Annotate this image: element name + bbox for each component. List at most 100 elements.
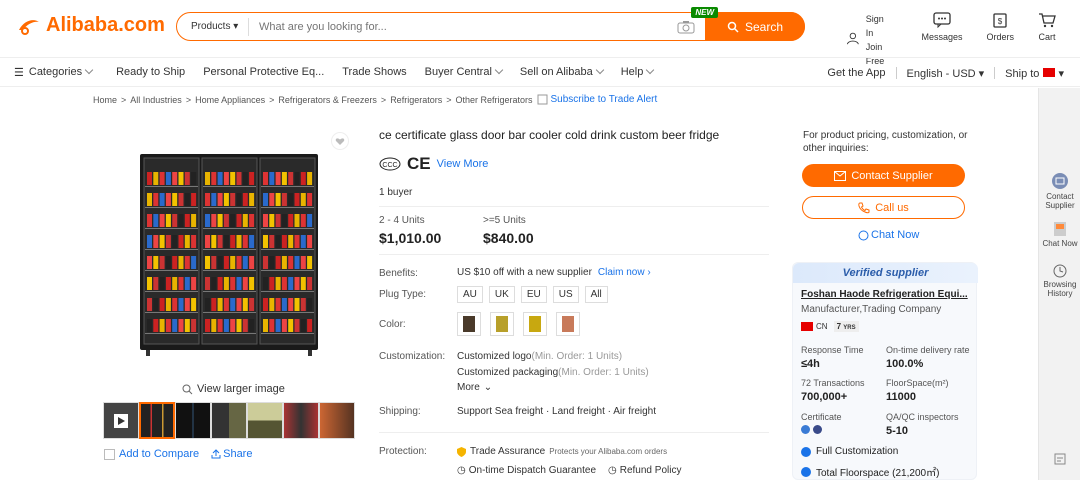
cart-link[interactable]: Cart xyxy=(1038,12,1056,42)
metric-certificate: Certificate xyxy=(801,412,842,434)
chat-now-link[interactable]: Chat Now xyxy=(858,229,919,241)
shipping-label: Shipping: xyxy=(379,406,421,417)
breadcrumb-home-appliances[interactable]: Home Appliances xyxy=(195,95,265,105)
check-badge-icon xyxy=(801,466,811,477)
plug-option-eu[interactable]: EU xyxy=(520,286,547,303)
orders-link[interactable]: $ Orders xyxy=(986,12,1014,42)
color-options xyxy=(457,312,589,336)
metric-transactions: 72 Transactions 700,000+ xyxy=(801,378,865,403)
search-icon xyxy=(727,21,739,33)
messages-link[interactable]: Messages xyxy=(921,12,962,42)
cart-icon xyxy=(1039,13,1056,28)
new-badge: NEW xyxy=(691,7,718,18)
rail-chat-now[interactable]: Chat Now xyxy=(1039,221,1080,248)
metric-response-time: Response Time ≤4h xyxy=(801,345,864,370)
rail-browsing-history[interactable]: Browsing History xyxy=(1039,264,1080,298)
nav-ready-to-ship[interactable]: Ready to Ship xyxy=(116,66,185,78)
plug-option-all[interactable]: All xyxy=(584,286,608,303)
nav-help[interactable]: Help xyxy=(621,65,655,78)
nav-buyer-central[interactable]: Buyer Central xyxy=(425,65,504,78)
ce-cert-icon: CE xyxy=(407,154,431,173)
categories-label: Categories xyxy=(28,66,83,78)
main-nav: ☰ Categories Ready to Ship Personal Prot… xyxy=(0,57,1080,87)
subscribe-trade-alert[interactable]: Subscribe to Trade Alert xyxy=(537,94,657,105)
cn-flag-icon xyxy=(1043,67,1056,77)
plug-option-uk[interactable]: UK xyxy=(488,286,515,303)
history-icon xyxy=(1053,264,1067,278)
nav-ppe[interactable]: Personal Protective Eq... xyxy=(203,66,324,78)
rail-feedback[interactable] xyxy=(1039,452,1080,468)
customization-packaging[interactable]: Customized packaging (Min. Order: 1 Units… xyxy=(457,367,649,378)
metric-qa-inspectors: QA/QC inspectors 5-10 xyxy=(886,412,959,437)
trade-assurance-icon xyxy=(457,446,466,457)
verified-supplier-badge: Verified supplier xyxy=(793,263,978,283)
alibaba-logo[interactable]: Alibaba.com xyxy=(16,14,165,37)
plug-option-au[interactable]: AU xyxy=(457,286,483,303)
chat-icon xyxy=(858,230,869,240)
on-time-dispatch[interactable]: On-time Dispatch Guarantee xyxy=(469,465,596,476)
view-larger-image-link[interactable]: View larger image xyxy=(182,383,285,395)
supplier-name-link[interactable]: Foshan Haode Refrigeration Equi... xyxy=(801,289,971,300)
compare-checkbox[interactable] xyxy=(104,448,115,460)
color-swatch[interactable] xyxy=(490,312,514,336)
protection-label: Protection: xyxy=(379,446,427,457)
menu-icon: ☰ xyxy=(14,66,24,79)
rail-contact-supplier[interactable]: Contact Supplier xyxy=(1039,172,1080,210)
customization-logo[interactable]: Customized logo (Min. Order: 1 Units) xyxy=(457,351,622,362)
supplier-origin: CN 7 YRS xyxy=(801,321,859,332)
check-badge-icon xyxy=(801,446,811,457)
thumbnail[interactable] xyxy=(139,402,175,439)
breadcrumb-refrigerators[interactable]: Refrigerators xyxy=(390,95,442,105)
feedback-icon xyxy=(1054,453,1066,465)
thumbnail[interactable] xyxy=(319,402,355,439)
language-selector[interactable]: English - USD ▾ xyxy=(907,67,985,80)
color-swatch[interactable] xyxy=(523,312,547,336)
metric-floorspace: FloorSpace(m²) 11000 xyxy=(886,378,949,403)
breadcrumb-home[interactable]: Home xyxy=(93,95,117,105)
clock-icon: ◷ xyxy=(457,465,466,476)
color-swatch[interactable] xyxy=(556,312,580,336)
add-to-compare-link[interactable]: Add to Compare xyxy=(119,448,199,460)
favorite-heart-icon[interactable] xyxy=(331,132,349,150)
thumbnail[interactable] xyxy=(211,402,247,439)
cn-flag-icon xyxy=(801,322,813,331)
thumbnail[interactable] xyxy=(175,402,211,439)
buyer-count: 1 buyer xyxy=(379,187,413,198)
ship-to-selector[interactable]: Ship to ▾ xyxy=(1005,67,1064,80)
nav-sell-on-alibaba[interactable]: Sell on Alibaba xyxy=(520,65,604,78)
get-app-link[interactable]: Get the App xyxy=(827,67,885,79)
contact-supplier-button[interactable]: Contact Supplier xyxy=(802,164,965,187)
nav-trade-shows[interactable]: Trade Shows xyxy=(342,66,406,78)
divider xyxy=(379,432,769,433)
video-thumbnail[interactable] xyxy=(103,402,139,439)
search-input[interactable] xyxy=(249,13,677,40)
share-icon xyxy=(211,449,221,459)
plug-option-us[interactable]: US xyxy=(552,286,579,303)
trade-assurance[interactable]: Trade Assurance Protects your Alibaba.co… xyxy=(457,446,667,457)
call-us-button[interactable]: Call us xyxy=(802,196,965,219)
color-swatch[interactable] xyxy=(457,312,481,336)
camera-icon[interactable] xyxy=(677,20,695,34)
breadcrumb-refrigerators-freezers[interactable]: Refrigerators & Freezers xyxy=(278,95,377,105)
view-more-link[interactable]: View More xyxy=(437,158,489,170)
share-link[interactable]: Share xyxy=(211,448,252,460)
claim-now-link[interactable]: Claim now › xyxy=(598,267,651,278)
messages-label: Messages xyxy=(921,32,963,42)
benefits-value: US $10 off with a new supplier Claim now… xyxy=(457,267,651,278)
breadcrumb-other-refrigerators[interactable]: Other Refrigerators xyxy=(455,95,532,105)
refund-policy[interactable]: Refund Policy xyxy=(620,465,682,476)
certificate-icons[interactable] xyxy=(801,425,842,434)
customization-more[interactable]: More ⌄ xyxy=(457,382,492,393)
breadcrumb-all-industries[interactable]: All Industries xyxy=(130,95,182,105)
search-category-dropdown[interactable]: Products ▾ xyxy=(177,17,249,36)
benefits-text: US $10 off with a new supplier xyxy=(457,267,592,278)
search-bar: Products ▾ Search NEW xyxy=(176,7,805,41)
thumbnail[interactable] xyxy=(247,402,283,439)
categories-menu[interactable]: ☰ Categories xyxy=(14,65,94,79)
search-button[interactable]: Search xyxy=(705,12,805,41)
thumbnail[interactable] xyxy=(283,402,319,439)
product-main-image[interactable] xyxy=(136,150,322,358)
breadcrumb: Home > All Industries > Home Appliances > R… xyxy=(93,94,658,105)
price-tier-2: >=5 Units $840.00 xyxy=(483,215,534,246)
supplier-country: CN xyxy=(816,322,828,331)
